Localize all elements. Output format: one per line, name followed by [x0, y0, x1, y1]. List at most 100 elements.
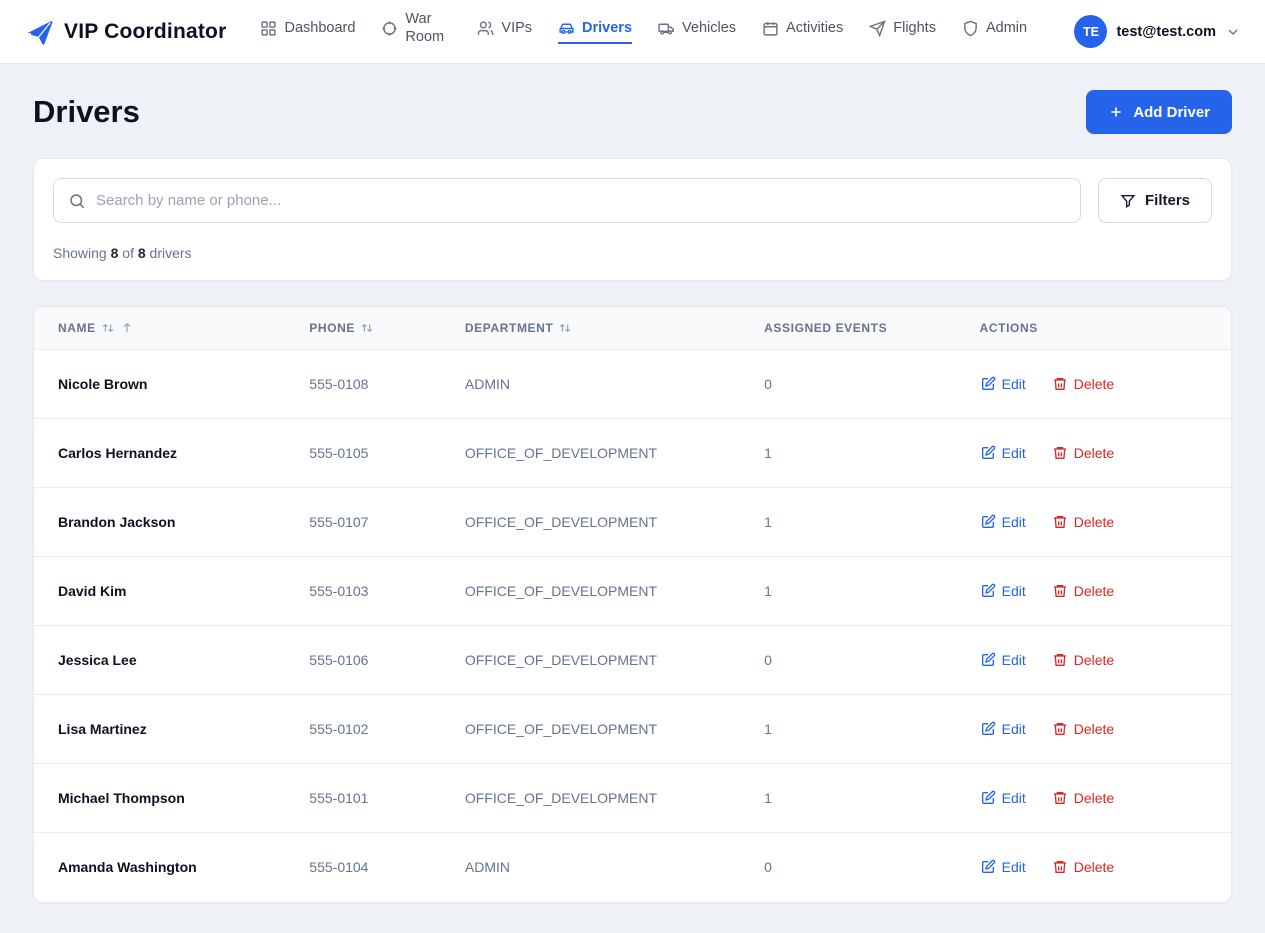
edit-icon: [980, 514, 996, 530]
driver-phone: 555-0102: [309, 695, 465, 764]
edit-icon: [980, 790, 996, 806]
driver-phone: 555-0104: [309, 833, 465, 902]
driver-actions: Edit Delete: [980, 350, 1231, 419]
delete-button[interactable]: Delete: [1052, 583, 1114, 599]
delete-button[interactable]: Delete: [1052, 652, 1114, 668]
filters-button[interactable]: Filters: [1098, 178, 1212, 223]
table-row: Lisa Martinez 555-0102 OFFICE_OF_DEVELOP…: [34, 695, 1231, 764]
delete-button[interactable]: Delete: [1052, 376, 1114, 392]
nav-label: Drivers: [582, 20, 632, 36]
column-header-actions: ACTIONS: [980, 307, 1231, 350]
nav-item-war-room[interactable]: War Room: [381, 10, 451, 53]
nav-item-vips[interactable]: VIPs: [477, 20, 532, 44]
column-header-phone[interactable]: PHONE: [309, 307, 465, 350]
table-header-row: NAME PHONE DEPARTMENT: [34, 307, 1231, 350]
user-menu[interactable]: TE test@test.com: [1068, 15, 1241, 48]
table-row: Brandon Jackson 555-0107 OFFICE_OF_DEVEL…: [34, 488, 1231, 557]
nav-label: Dashboard: [284, 20, 355, 36]
edit-button[interactable]: Edit: [980, 583, 1026, 599]
delete-button[interactable]: Delete: [1052, 790, 1114, 806]
driver-assigned-events: 1: [764, 764, 979, 833]
delete-button[interactable]: Delete: [1052, 445, 1114, 461]
driver-department: OFFICE_OF_DEVELOPMENT: [465, 695, 764, 764]
driver-actions: Edit Delete: [980, 557, 1231, 626]
delete-button[interactable]: Delete: [1052, 721, 1114, 737]
nav-item-drivers[interactable]: Drivers: [558, 20, 632, 44]
delete-button[interactable]: Delete: [1052, 514, 1114, 530]
driver-department: ADMIN: [465, 833, 764, 902]
driver-actions: Edit Delete: [980, 488, 1231, 557]
nav-item-vehicles[interactable]: Vehicles: [658, 20, 736, 44]
drivers-table: NAME PHONE DEPARTMENT: [34, 307, 1231, 902]
nav-item-flights[interactable]: Flights: [869, 20, 936, 44]
column-label: NAME: [58, 321, 96, 335]
main-content: Drivers Add Driver Filters Showing 8 of …: [0, 64, 1265, 933]
column-header-name[interactable]: NAME: [34, 307, 309, 350]
column-label: PHONE: [309, 321, 355, 335]
user-email: test@test.com: [1116, 24, 1216, 40]
nav-label: Vehicles: [682, 20, 736, 36]
avatar[interactable]: TE: [1074, 15, 1107, 48]
table-row: Michael Thompson 555-0101 OFFICE_OF_DEVE…: [34, 764, 1231, 833]
sort-asc-icon: [120, 321, 134, 335]
driver-phone: 555-0101: [309, 764, 465, 833]
trash-icon: [1052, 583, 1068, 599]
driver-assigned-events: 1: [764, 557, 979, 626]
activities-icon: [762, 20, 779, 37]
nav-item-admin[interactable]: Admin: [962, 20, 1027, 44]
table-head: NAME PHONE DEPARTMENT: [34, 307, 1231, 350]
nav-label: Admin: [986, 20, 1027, 36]
drivers-icon: [558, 20, 575, 37]
edit-button[interactable]: Edit: [980, 445, 1026, 461]
edit-button[interactable]: Edit: [980, 652, 1026, 668]
nav-label: VIPs: [501, 20, 532, 36]
driver-name: Brandon Jackson: [34, 488, 309, 557]
results-summary: Showing 8 of 8 drivers: [53, 245, 1212, 261]
nav-item-activities[interactable]: Activities: [762, 20, 843, 44]
driver-assigned-events: 1: [764, 488, 979, 557]
summary-total-count: 8: [138, 245, 146, 261]
vehicles-icon: [658, 20, 675, 37]
column-header-department[interactable]: DEPARTMENT: [465, 307, 764, 350]
driver-department: OFFICE_OF_DEVELOPMENT: [465, 557, 764, 626]
trash-icon: [1052, 859, 1068, 875]
driver-name: David Kim: [34, 557, 309, 626]
edit-button[interactable]: Edit: [980, 376, 1026, 392]
driver-actions: Edit Delete: [980, 764, 1231, 833]
driver-actions: Edit Delete: [980, 833, 1231, 902]
admin-icon: [962, 20, 979, 37]
filters-label: Filters: [1145, 192, 1190, 209]
add-driver-button[interactable]: Add Driver: [1086, 90, 1232, 134]
edit-button[interactable]: Edit: [980, 721, 1026, 737]
search-input[interactable]: [96, 192, 1066, 209]
driver-assigned-events: 1: [764, 695, 979, 764]
edit-button[interactable]: Edit: [980, 790, 1026, 806]
driver-assigned-events: 0: [764, 350, 979, 419]
summary-prefix: Showing: [53, 245, 107, 261]
edit-icon: [980, 583, 996, 599]
edit-icon: [980, 445, 996, 461]
table-row: Amanda Washington 555-0104 ADMIN 0 Edit …: [34, 833, 1231, 902]
driver-department: OFFICE_OF_DEVELOPMENT: [465, 419, 764, 488]
search-icon: [68, 192, 86, 210]
nav-item-dashboard[interactable]: Dashboard: [260, 20, 355, 44]
table-row: Jessica Lee 555-0106 OFFICE_OF_DEVELOPME…: [34, 626, 1231, 695]
edit-button[interactable]: Edit: [980, 514, 1026, 530]
page-title: Drivers: [33, 94, 140, 130]
delete-button[interactable]: Delete: [1052, 859, 1114, 875]
summary-shown-count: 8: [111, 245, 119, 261]
nav-label: War Room: [405, 10, 451, 46]
trash-icon: [1052, 445, 1068, 461]
driver-name: Michael Thompson: [34, 764, 309, 833]
table-body: Nicole Brown 555-0108 ADMIN 0 Edit Delet…: [34, 350, 1231, 902]
driver-assigned-events: 0: [764, 626, 979, 695]
brand-title: VIP Coordinator: [64, 20, 226, 44]
driver-actions: Edit Delete: [980, 695, 1231, 764]
chevron-down-icon: [1225, 24, 1241, 40]
edit-icon: [980, 652, 996, 668]
app-logo-icon: [24, 17, 54, 47]
driver-actions: Edit Delete: [980, 626, 1231, 695]
app-header: VIP Coordinator Dashboard War Room VIPs …: [0, 0, 1265, 64]
edit-button[interactable]: Edit: [980, 859, 1026, 875]
edit-icon: [980, 376, 996, 392]
